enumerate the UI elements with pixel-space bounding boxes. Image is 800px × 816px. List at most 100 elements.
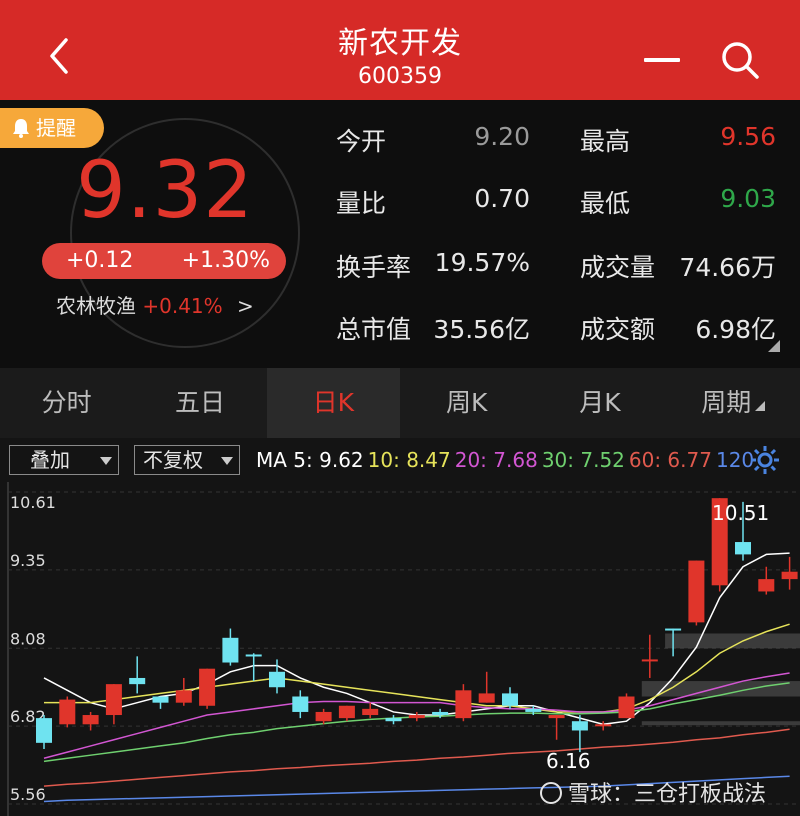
minus-button[interactable]	[640, 44, 684, 74]
candle-body	[245, 654, 262, 657]
snowball-logo-icon	[540, 782, 562, 804]
stat-value: 19.57%	[434, 248, 530, 277]
y-tick-label: 9.35	[10, 551, 46, 570]
candle-body	[129, 677, 146, 685]
candle-body	[338, 705, 355, 719]
period-tabs: 分时 五日 日K 周K 月K 周期	[0, 368, 800, 438]
search-icon	[722, 42, 759, 79]
dropdown-arrow-icon	[100, 457, 112, 465]
adjust-select[interactable]: 不复权	[134, 445, 240, 475]
overlay-select-value: 叠加	[30, 448, 70, 472]
stat-value: 6.98亿	[695, 315, 776, 344]
tab-label: 分时	[41, 388, 92, 417]
overlay-select[interactable]: 叠加	[9, 445, 119, 475]
candle-body	[548, 715, 565, 719]
watermark-text: 雪球：三仓打板战法	[568, 782, 767, 807]
candle-body	[758, 579, 775, 592]
settings-button[interactable]	[748, 443, 782, 477]
y-tick-label: 5.56	[10, 785, 46, 804]
kline-chart[interactable]: 10.61 9.35 8.08 6.82 5.56 10.51 6.16	[0, 482, 800, 816]
ma-legend-item: 30: 7.52	[541, 448, 625, 472]
stat-label: 成交额	[580, 315, 656, 344]
volume-profile-bar	[641, 721, 800, 726]
candle-body	[595, 724, 612, 727]
ma-legend-item: 20: 7.68	[454, 448, 538, 472]
y-tick-label: 10.61	[10, 493, 56, 512]
stat-label: 成交量	[580, 253, 656, 282]
alert-button[interactable]: 提醒	[0, 108, 104, 148]
candle-body	[152, 696, 169, 703]
candle-body	[385, 718, 402, 722]
sector-link[interactable]: 农林牧渔 +0.41% >	[56, 290, 254, 319]
candle-body	[82, 715, 99, 725]
current-price: 9.32	[76, 146, 254, 236]
low-label: 6.16	[546, 749, 591, 773]
stat-value: 35.56亿	[433, 315, 530, 344]
candle-body	[199, 668, 216, 706]
candle-body	[618, 696, 635, 719]
sector-pct: +0.41%	[142, 294, 223, 318]
tab-label: 周期	[701, 388, 752, 417]
kline-svg: 10.619.358.086.825.5610.516.16	[7, 482, 800, 816]
sector-name: 农林牧渔	[56, 294, 136, 318]
candle-body	[222, 637, 239, 663]
chart-toolbar: 叠加 不复权 MA 5: 9.62 10: 8.47 20: 7.68 30: 7.5…	[0, 438, 800, 482]
candle-body	[641, 659, 658, 662]
candle-body	[175, 690, 192, 703]
gear-icon	[751, 446, 779, 474]
tab-4[interactable]: 月K	[533, 368, 666, 438]
app-header: 新农开发 600359	[0, 0, 800, 100]
stat-label: 最低	[580, 189, 631, 218]
candle-body	[269, 671, 285, 688]
price-change: +0.12	[66, 248, 134, 273]
candle-body	[432, 711, 449, 716]
candle-body	[688, 560, 705, 623]
adjust-select-value: 不复权	[143, 448, 203, 472]
corner-triangle-icon	[755, 401, 766, 411]
stat-value: 0.70	[474, 184, 530, 213]
candle-body	[105, 684, 122, 716]
stat-label: 量比	[336, 189, 387, 218]
chevron-right-icon: >	[237, 294, 254, 318]
search-button[interactable]	[718, 38, 762, 82]
tab-2[interactable]: 日K	[266, 368, 400, 438]
high-label: 10.51	[712, 501, 769, 525]
watermark: 雪球：三仓打板战法	[540, 776, 766, 808]
candle-body	[665, 628, 682, 631]
stat-value: 9.03	[720, 184, 776, 213]
candle-body	[502, 693, 518, 706]
price-change-pct: +1.30%	[181, 248, 270, 273]
candle-body	[478, 693, 495, 703]
stat-value: 9.56	[720, 122, 776, 151]
candle-body	[781, 571, 798, 580]
candle-body	[735, 542, 751, 555]
quote-panel: 提醒 9.32 +0.12 +1.30% 农林牧渔 +0.41% > 今开 9.2…	[0, 100, 800, 368]
ma-legend-item: 10: 8.47	[367, 448, 451, 472]
expand-corner-icon[interactable]	[768, 340, 780, 352]
tab-0[interactable]: 分时	[0, 368, 133, 438]
alert-label: 提醒	[36, 116, 76, 140]
tab-label: 五日	[174, 388, 225, 417]
stat-label: 今开	[336, 127, 387, 156]
stat-value: 74.66万	[679, 253, 776, 282]
ma-legend: MA 5: 9.62 10: 8.47 20: 7.68 30: 7.52 60: 6.…	[256, 448, 758, 472]
dropdown-arrow-icon	[221, 457, 233, 465]
tab-3[interactable]: 周K	[400, 368, 533, 438]
candle-body	[362, 708, 379, 716]
candle-body	[36, 718, 52, 743]
ma-legend-item: MA 5: 9.62	[256, 448, 364, 472]
candle-body	[525, 708, 542, 712]
candle-body	[59, 699, 76, 725]
candle-body	[315, 711, 332, 722]
bell-icon	[13, 119, 29, 138]
tab-5[interactable]: 周期	[667, 368, 800, 438]
tab-1[interactable]: 五日	[133, 368, 266, 438]
candle-body	[292, 696, 309, 712]
ma-legend-item: 60: 6.77	[628, 448, 712, 472]
tab-label: 日K	[312, 388, 355, 417]
tab-label: 周K	[445, 388, 488, 417]
candle-body	[408, 715, 425, 719]
change-badge: +0.12 +1.30%	[42, 243, 286, 279]
stat-value: 9.20	[474, 122, 530, 151]
stat-label: 最高	[580, 127, 631, 156]
